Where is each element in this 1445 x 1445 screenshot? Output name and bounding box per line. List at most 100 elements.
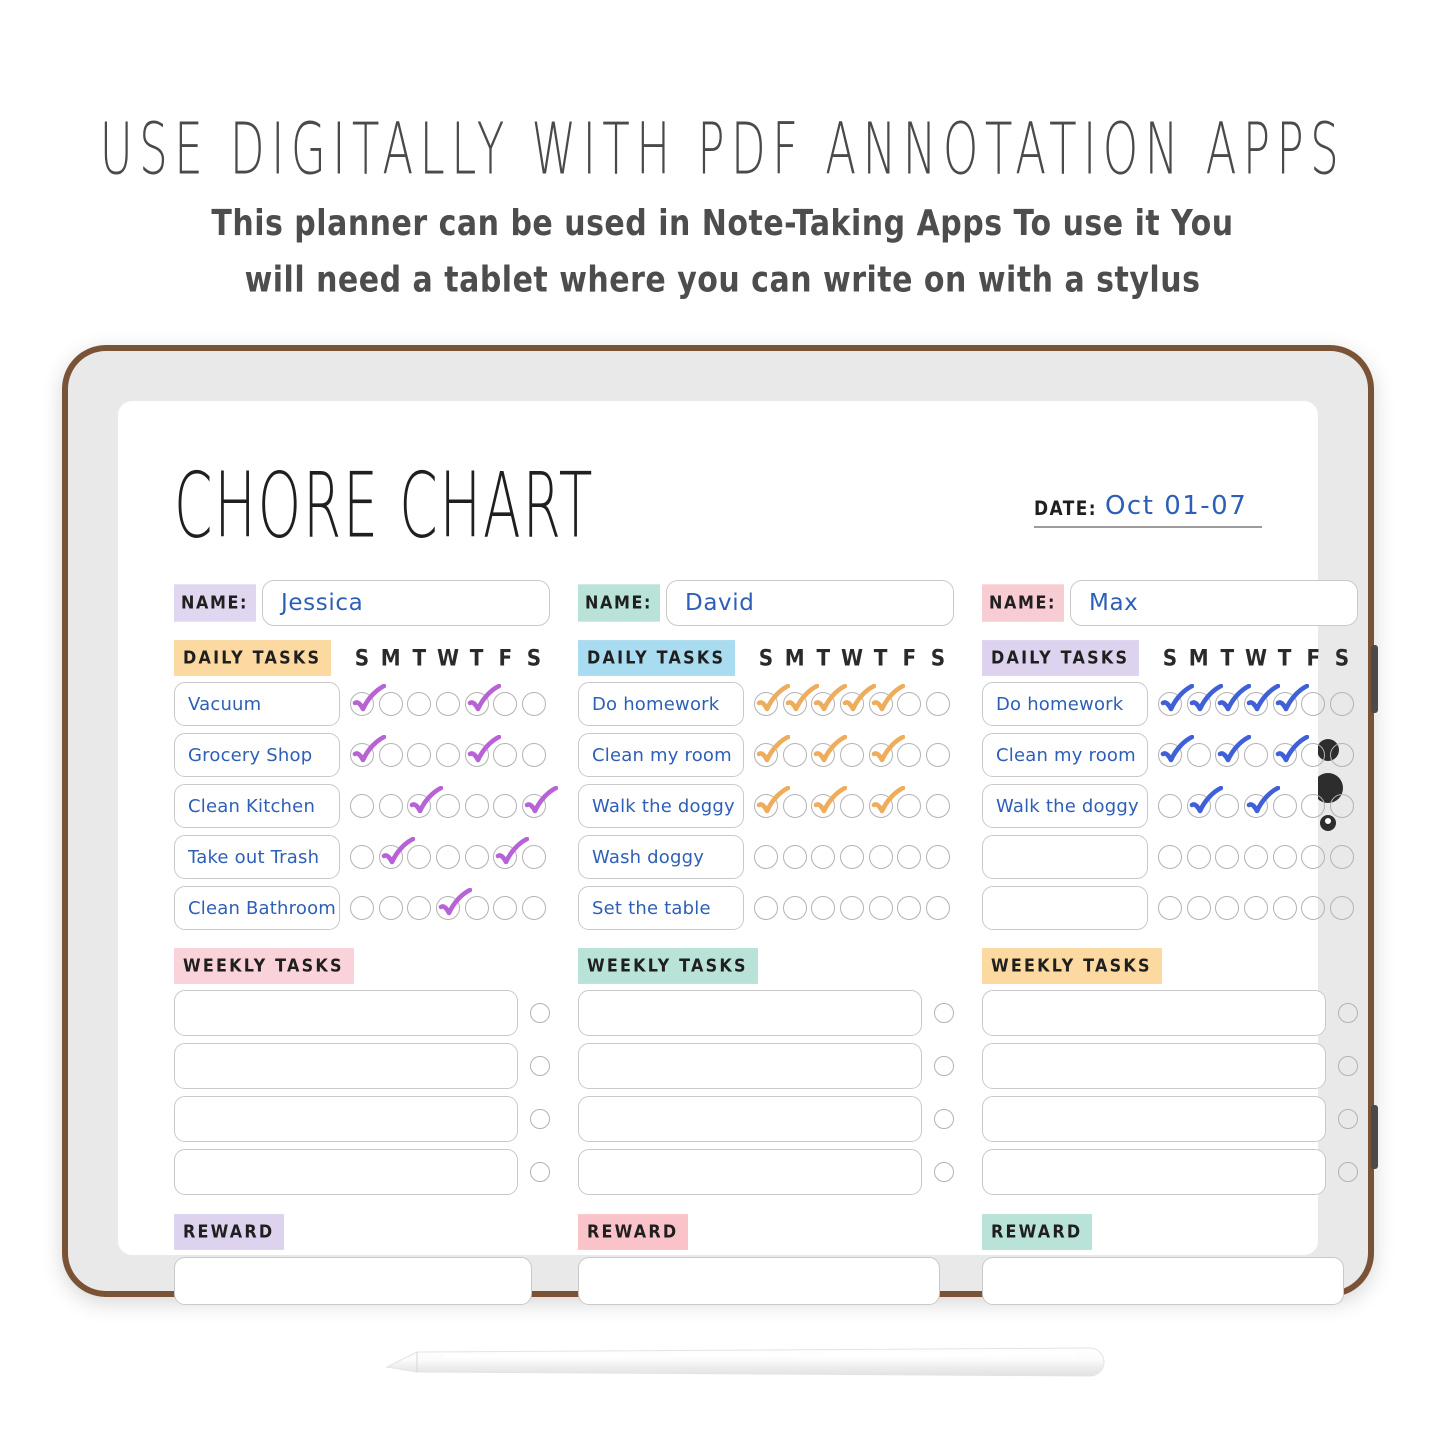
day-checkbox-4[interactable]	[868, 845, 893, 869]
day-checkbox-2[interactable]	[1215, 735, 1252, 767]
day-checkbox-6[interactable]	[925, 896, 950, 920]
day-checkbox-0[interactable]	[350, 896, 374, 920]
day-checkbox-5[interactable]	[897, 692, 922, 716]
day-checkbox-2[interactable]	[811, 684, 848, 716]
day-checkbox-6[interactable]	[1329, 794, 1354, 818]
day-checkbox-3[interactable]	[1243, 786, 1280, 818]
weekly-task-checkbox[interactable]	[1338, 1056, 1358, 1076]
daily-task-input[interactable]	[982, 886, 1148, 930]
day-checkbox-3[interactable]	[839, 896, 864, 920]
day-checkbox-0[interactable]	[1158, 735, 1194, 767]
weekly-task-input[interactable]	[982, 1096, 1326, 1142]
day-checkbox-1[interactable]	[1186, 786, 1223, 818]
daily-task-input[interactable]: Clean my room	[982, 733, 1148, 777]
reward-input[interactable]	[578, 1257, 940, 1305]
day-checkbox-0[interactable]	[350, 735, 386, 767]
weekly-task-checkbox[interactable]	[530, 1003, 550, 1023]
day-checkbox-2[interactable]	[811, 735, 848, 767]
day-checkbox-5[interactable]	[897, 743, 922, 767]
reward-input[interactable]	[174, 1257, 532, 1305]
day-checkbox-5[interactable]	[1301, 794, 1326, 818]
day-checkbox-2[interactable]	[407, 845, 432, 869]
daily-task-input[interactable]: Do homework	[578, 682, 744, 726]
day-checkbox-2[interactable]	[811, 786, 848, 818]
day-checkbox-0[interactable]	[754, 786, 790, 818]
day-checkbox-4[interactable]	[1272, 845, 1297, 869]
day-checkbox-2[interactable]	[407, 896, 432, 920]
weekly-task-checkbox[interactable]	[934, 1056, 954, 1076]
weekly-task-input[interactable]	[982, 1149, 1326, 1195]
weekly-task-input[interactable]	[174, 1149, 518, 1195]
weekly-task-input[interactable]	[174, 1043, 518, 1089]
day-checkbox-0[interactable]	[1158, 684, 1194, 716]
day-checkbox-5[interactable]	[1301, 845, 1326, 869]
weekly-task-input[interactable]	[982, 1043, 1326, 1089]
day-checkbox-2[interactable]	[1215, 845, 1240, 869]
day-checkbox-5[interactable]	[897, 896, 922, 920]
weekly-task-checkbox[interactable]	[530, 1109, 550, 1129]
day-checkbox-5[interactable]	[1301, 743, 1326, 767]
weekly-task-input[interactable]	[578, 1149, 922, 1195]
day-checkbox-1[interactable]	[378, 896, 403, 920]
weekly-task-checkbox[interactable]	[530, 1162, 550, 1182]
day-checkbox-0[interactable]	[1158, 896, 1182, 920]
weekly-task-input[interactable]	[578, 990, 922, 1036]
day-checkbox-4[interactable]	[868, 896, 893, 920]
day-checkbox-1[interactable]	[782, 794, 807, 818]
day-checkbox-4[interactable]	[868, 684, 905, 716]
day-checkbox-1[interactable]	[782, 896, 807, 920]
daily-task-input[interactable]: Clean Kitchen	[174, 784, 340, 828]
day-checkbox-4[interactable]	[464, 684, 501, 716]
day-checkbox-6[interactable]	[925, 692, 950, 716]
day-checkbox-6[interactable]	[925, 845, 950, 869]
weekly-task-input[interactable]	[982, 990, 1326, 1036]
name-input[interactable]: Jessica	[262, 580, 550, 626]
day-checkbox-4[interactable]	[1272, 896, 1297, 920]
day-checkbox-1[interactable]	[1186, 743, 1211, 767]
day-checkbox-3[interactable]	[435, 845, 460, 869]
day-checkbox-5[interactable]	[493, 794, 518, 818]
day-checkbox-4[interactable]	[1272, 684, 1309, 716]
day-checkbox-1[interactable]	[1186, 684, 1223, 716]
day-checkbox-3[interactable]	[1243, 684, 1280, 716]
day-checkbox-1[interactable]	[782, 743, 807, 767]
day-checkbox-3[interactable]	[1243, 845, 1268, 869]
daily-task-input[interactable]: Take out Trash	[174, 835, 340, 879]
weekly-task-input[interactable]	[174, 990, 518, 1036]
day-checkbox-6[interactable]	[925, 743, 950, 767]
weekly-task-checkbox[interactable]	[1338, 1003, 1358, 1023]
day-checkbox-5[interactable]	[1301, 692, 1326, 716]
day-checkbox-0[interactable]	[350, 794, 374, 818]
day-checkbox-2[interactable]	[407, 743, 432, 767]
day-checkbox-6[interactable]	[1329, 845, 1354, 869]
day-checkbox-0[interactable]	[754, 845, 778, 869]
daily-task-input[interactable]: Clean Bathroom	[174, 886, 340, 930]
day-checkbox-0[interactable]	[754, 684, 790, 716]
weekly-task-checkbox[interactable]	[530, 1056, 550, 1076]
name-input[interactable]: Max	[1070, 580, 1358, 626]
day-checkbox-6[interactable]	[925, 794, 950, 818]
day-checkbox-0[interactable]	[350, 684, 386, 716]
day-checkbox-3[interactable]	[1243, 896, 1268, 920]
day-checkbox-6[interactable]	[521, 786, 558, 818]
day-checkbox-6[interactable]	[1329, 692, 1354, 716]
date-value[interactable]: Oct 01-07	[1105, 491, 1247, 521]
weekly-task-checkbox[interactable]	[934, 1162, 954, 1182]
day-checkbox-1[interactable]	[1186, 845, 1211, 869]
day-checkbox-1[interactable]	[1186, 896, 1211, 920]
day-checkbox-0[interactable]	[1158, 845, 1182, 869]
day-checkbox-3[interactable]	[839, 684, 876, 716]
daily-task-input[interactable]: Do homework	[982, 682, 1148, 726]
day-checkbox-1[interactable]	[378, 743, 403, 767]
day-checkbox-6[interactable]	[1329, 896, 1354, 920]
day-checkbox-1[interactable]	[378, 837, 415, 869]
day-checkbox-5[interactable]	[897, 845, 922, 869]
day-checkbox-4[interactable]	[464, 845, 489, 869]
day-checkbox-5[interactable]	[493, 692, 518, 716]
day-checkbox-3[interactable]	[839, 794, 864, 818]
day-checkbox-2[interactable]	[407, 692, 432, 716]
day-checkbox-2[interactable]	[811, 845, 836, 869]
power-button[interactable]	[1371, 1105, 1378, 1169]
day-checkbox-0[interactable]	[350, 845, 374, 869]
daily-task-input[interactable]: Grocery Shop	[174, 733, 340, 777]
